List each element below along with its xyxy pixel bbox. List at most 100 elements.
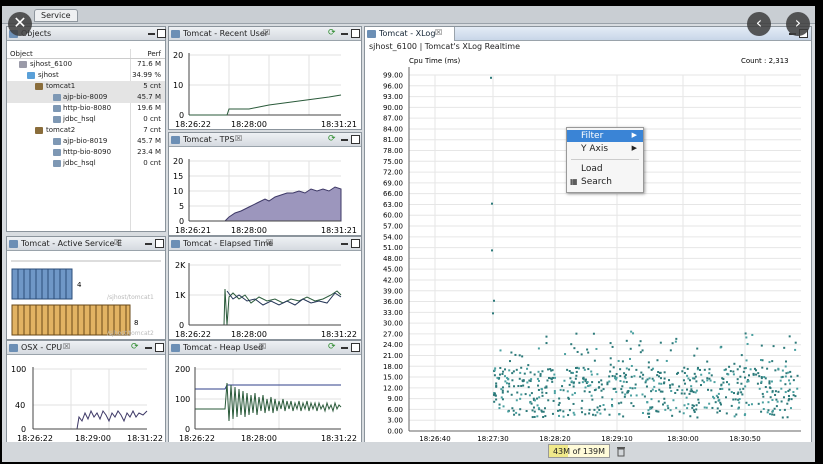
cpu-title[interactable]: OSX - CPU [21, 343, 62, 352]
menu-item-search[interactable]: ▦ Search [567, 176, 643, 188]
tree-row[interactable]: http-bio-8080 19.6 M [7, 103, 165, 114]
heap-status[interactable]: 43M of 139M [548, 444, 610, 458]
minimize-icon[interactable] [341, 33, 348, 35]
maximize-icon[interactable] [155, 343, 164, 352]
close-icon[interactable]: ☒ [63, 342, 70, 351]
tomcat2-count: 8 [134, 319, 138, 327]
y-tick-label: 33.00 [383, 309, 403, 317]
xlog-dot [706, 360, 709, 363]
perf-column-header[interactable]: Perf [147, 50, 161, 58]
xlog-dot [693, 410, 696, 413]
y-tick-label: 20 [173, 157, 183, 166]
refresh-icon[interactable]: ⟳ [131, 342, 139, 352]
menu-item-load[interactable]: Load [567, 163, 643, 175]
maximize-icon[interactable] [351, 135, 360, 144]
minimize-icon[interactable] [341, 347, 348, 349]
tps-title[interactable]: Tomcat - TPS [183, 135, 234, 144]
xlog-dot [750, 403, 753, 406]
xlog-dot [682, 412, 685, 415]
tree-row[interactable]: http-bio-8090 23.4 M [7, 147, 165, 158]
cpu-panel: OSX - CPU ☒ ⟳ 100 40 0 18:26:22 18:29:00… [6, 340, 166, 444]
forward-icon[interactable]: › [786, 12, 810, 36]
xlog-dot [744, 385, 747, 388]
xlog-dot [536, 397, 539, 400]
tree-row[interactable]: jdbc_hsql 0 cnt [7, 158, 165, 169]
close-icon[interactable]: ☒ [435, 28, 442, 37]
close-icon[interactable]: ☒ [259, 342, 266, 351]
active-service-equalizer: 4 /sjhost/tomcat1 8 /sjhost/tomcat2 [11, 260, 161, 337]
minimize-icon[interactable] [145, 243, 152, 245]
xlog-dot [708, 372, 711, 375]
maximize-icon[interactable] [351, 239, 360, 248]
refresh-icon[interactable]: ⟳ [328, 342, 336, 352]
xlog-dot [578, 381, 581, 384]
close-icon[interactable]: ☒ [114, 238, 121, 247]
tree-row[interactable]: jdbc_hsql 0 cnt [7, 114, 165, 125]
xlog-dot [739, 388, 742, 391]
xlog-title[interactable]: Tomcat - XLog [379, 29, 435, 38]
screen: Service Objects Object Perf sjhost_6100 … [0, 0, 823, 464]
y-tick-label: 66.00 [383, 190, 403, 198]
recent-user-title[interactable]: Tomcat - Recent User [183, 29, 268, 38]
xlog-dot [586, 381, 589, 384]
xlog-dot [751, 333, 754, 336]
heap-title[interactable]: Tomcat - Heap Used [183, 343, 263, 352]
y-tick-label: 200 [175, 365, 190, 374]
y-tick-label: 36.00 [383, 298, 403, 306]
xlog-dot [520, 393, 523, 396]
xlog-dot [540, 387, 543, 390]
gc-trash-icon[interactable] [616, 445, 626, 457]
back-icon[interactable]: ‹ [747, 12, 771, 36]
tree-row[interactable]: sjhost_6100 71.6 M [7, 59, 165, 70]
maximize-icon[interactable] [351, 343, 360, 352]
tree-row[interactable]: ajp-bio-8009 45.7 M [7, 92, 165, 103]
refresh-icon[interactable]: ⟳ [328, 28, 336, 38]
xlog-dot [559, 388, 562, 391]
xlog-dot [526, 367, 529, 370]
close-icon[interactable]: ☒ [263, 28, 270, 37]
xlog-dot [694, 391, 697, 394]
close-icon[interactable]: ☒ [266, 238, 273, 247]
recent-user-line [189, 94, 342, 116]
minimize-icon[interactable] [145, 347, 152, 349]
tree-row-name: sjhost_6100 [30, 60, 73, 68]
elapsed-title[interactable]: Tomcat - Elapsed Time [183, 239, 273, 248]
tree-row[interactable]: tomcat1 5 cnt [7, 81, 165, 92]
minimize-icon[interactable] [148, 33, 155, 35]
xlog-dot [786, 416, 789, 419]
tree-row[interactable]: sjhost 34.99 % [7, 70, 165, 81]
xlog-dot [663, 382, 666, 385]
xlog-dot [611, 405, 614, 408]
xlog-dot [575, 370, 578, 373]
tree-row[interactable]: tomcat2 7 cnt [7, 125, 165, 136]
xlog-dot [556, 409, 559, 412]
maximize-icon[interactable] [351, 29, 360, 38]
active-service-title[interactable]: Tomcat - Active Service E [21, 239, 122, 248]
maximize-icon[interactable] [155, 239, 164, 248]
refresh-icon[interactable]: ⟳ [328, 134, 336, 144]
xlog-dot [733, 415, 736, 418]
xlog-dot [609, 363, 612, 366]
close-icon[interactable]: ☒ [235, 134, 242, 143]
maximize-icon[interactable] [157, 29, 166, 38]
tree-row[interactable]: ajp-bio-8019 45.7 M [7, 136, 165, 147]
xlog-dot [695, 389, 698, 392]
xlog-dot [713, 381, 716, 384]
xlog-dot [615, 390, 618, 393]
xlog-dot [516, 391, 519, 394]
tree-row-name: jdbc_hsql [63, 115, 96, 123]
menu-item-y-axis[interactable]: Y Axis ▶ [567, 143, 643, 155]
xlog-dot [573, 347, 576, 350]
xlog-dot [587, 368, 590, 371]
object-column-header[interactable]: Object [10, 50, 33, 58]
heap-titlebar: Tomcat - Heap Used ☒ ⟳ [169, 341, 361, 355]
minimize-icon[interactable] [341, 243, 348, 245]
close-icon[interactable]: ✕ [8, 12, 32, 36]
xlog-dot [504, 368, 507, 371]
xlog-dot [663, 401, 666, 404]
menu-item-filter[interactable]: Filter ▶ [567, 130, 643, 142]
xlog-dot [558, 401, 561, 404]
xlog-dot [766, 390, 769, 393]
minimize-icon[interactable] [341, 139, 348, 141]
service-tab[interactable]: Service [34, 9, 78, 22]
